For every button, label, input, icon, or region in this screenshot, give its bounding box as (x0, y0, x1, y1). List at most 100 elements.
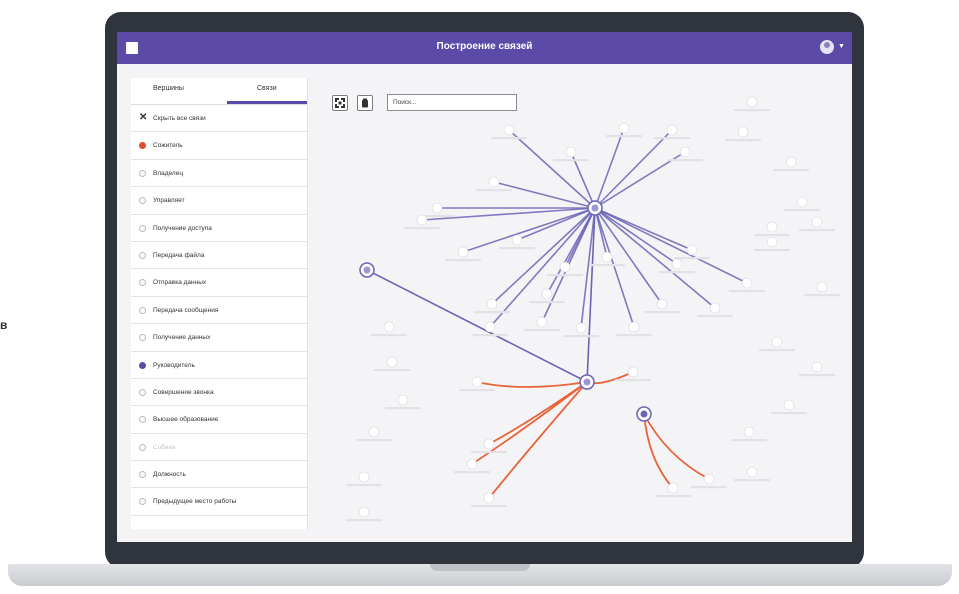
graph-node-label-bar (476, 189, 512, 192)
graph-edge (476, 381, 588, 388)
graph-node-label-bar (346, 519, 382, 522)
graph-node-label-bar (404, 227, 440, 230)
graph-node[interactable] (368, 426, 380, 438)
graph-node[interactable] (656, 298, 668, 310)
graph-edge (594, 129, 673, 209)
graph-node-label-bar (799, 374, 835, 377)
graph-node-label-bar (563, 335, 599, 338)
graph-node-label-bar (697, 315, 733, 318)
graph-node-label-bar (754, 234, 790, 237)
graph-node[interactable] (737, 126, 749, 138)
graph-node[interactable] (679, 146, 691, 158)
graph-node-label-bar (659, 271, 695, 274)
graph-node-label-bar (734, 479, 770, 482)
graph-node[interactable] (783, 399, 795, 411)
graph-node-label-bar (725, 139, 761, 142)
graph-node[interactable] (483, 438, 495, 450)
graph-node[interactable] (709, 302, 721, 314)
graph-node[interactable] (503, 124, 515, 136)
graph-node-label-bar (474, 311, 510, 314)
graph-node-label-bar (729, 290, 765, 293)
graph-edge (488, 381, 588, 499)
graph-node-label-bar (655, 495, 691, 498)
graph-node[interactable] (575, 322, 587, 334)
graph-node[interactable] (628, 321, 640, 333)
graph-node[interactable] (536, 316, 548, 328)
graph-node[interactable] (358, 471, 370, 483)
graph-node[interactable] (666, 124, 678, 136)
graph-node-label-bar (459, 389, 495, 392)
graph-node[interactable] (771, 336, 783, 348)
link-graph[interactable] (117, 32, 852, 542)
graph-node-label-bar (454, 471, 490, 474)
graph-node[interactable] (511, 234, 523, 246)
app-screen: Построение связей ▼ Вершины Связи ✕ Скрыт… (117, 32, 852, 542)
graph-node-label-bar (771, 412, 807, 415)
graph-edge (488, 381, 588, 445)
graph-node[interactable] (667, 482, 679, 494)
graph-node[interactable] (397, 394, 409, 406)
graph-edge (491, 207, 596, 305)
graph-node-label-bar (606, 135, 642, 138)
graph-node[interactable] (471, 376, 483, 388)
graph-node-label-bar (799, 229, 835, 232)
graph-node[interactable] (466, 458, 478, 470)
graph-node[interactable] (785, 156, 797, 168)
graph-node-label-bar (654, 137, 690, 140)
graph-node-label-bar (491, 137, 527, 140)
graph-node[interactable] (457, 246, 469, 258)
graph-node[interactable] (416, 214, 428, 226)
hub-node-core (583, 378, 591, 386)
graph-node[interactable] (743, 426, 755, 438)
graph-node[interactable] (565, 146, 577, 158)
graph-node[interactable] (386, 356, 398, 368)
graph-node-label-bar (615, 379, 651, 382)
graph-node[interactable] (431, 202, 443, 214)
graph-node[interactable] (811, 361, 823, 373)
graph-node[interactable] (484, 321, 496, 333)
graph-node-label-bar (616, 334, 652, 337)
graph-node[interactable] (703, 473, 715, 485)
graph-node[interactable] (746, 466, 758, 478)
graph-node[interactable] (488, 176, 500, 188)
graph-node[interactable] (766, 221, 778, 233)
graph-node-label-bar (674, 257, 710, 260)
graph-edge (594, 127, 625, 209)
graph-node-label-bar (346, 484, 382, 487)
graph-node[interactable] (796, 196, 808, 208)
graph-node-label-bar (589, 264, 625, 267)
graph-node[interactable] (601, 251, 613, 263)
graph-node[interactable] (486, 298, 498, 310)
graph-node-label-bar (731, 439, 767, 442)
graph-node[interactable] (766, 236, 778, 248)
graph-node[interactable] (686, 244, 698, 256)
graph-node[interactable] (741, 277, 753, 289)
graph-node-label-bar (734, 109, 770, 112)
graph-node[interactable] (627, 366, 639, 378)
graph-node-label-bar (667, 159, 703, 162)
graph-node-label-bar (784, 209, 820, 212)
graph-edge (366, 269, 588, 383)
graph-node[interactable] (746, 96, 758, 108)
graph-node[interactable] (383, 321, 395, 333)
graph-node[interactable] (358, 506, 370, 518)
graph-node-label-bar (644, 311, 680, 314)
graph-node-label-bar (804, 294, 840, 297)
graph-node-label-bar (445, 259, 481, 262)
graph-node-label-bar (524, 329, 560, 332)
graph-node-label-bar (547, 274, 583, 277)
graph-node[interactable] (671, 258, 683, 270)
graph-node-label-bar (471, 505, 507, 508)
graph-node-label-bar (529, 301, 565, 304)
graph-node-label-bar (356, 439, 392, 442)
graph-node[interactable] (541, 288, 553, 300)
page-letter: в (0, 318, 8, 332)
graph-node[interactable] (816, 281, 828, 293)
graph-edge (594, 207, 635, 328)
graph-node[interactable] (559, 261, 571, 273)
graph-node-label-bar (374, 369, 410, 372)
graph-node[interactable] (618, 122, 630, 134)
graph-node-label-bar (773, 169, 809, 172)
graph-node[interactable] (811, 216, 823, 228)
graph-node[interactable] (483, 492, 495, 504)
